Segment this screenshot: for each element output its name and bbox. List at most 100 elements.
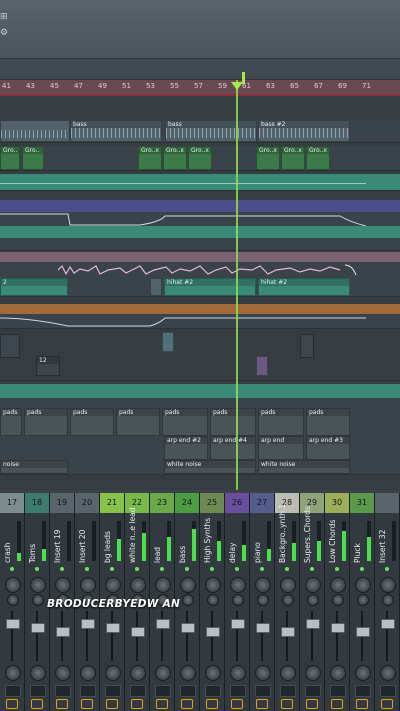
channel-enable-led[interactable]: [385, 567, 389, 571]
insert-slot[interactable]: [205, 685, 221, 697]
channel-name[interactable]: crash: [3, 519, 12, 563]
channel-enable-led[interactable]: [85, 567, 89, 571]
pattern-clip[interactable]: 2: [0, 278, 68, 296]
channel-name[interactable]: lead: [153, 519, 162, 563]
pattern-clip[interactable]: pads: [70, 408, 114, 436]
channel-enable-led[interactable]: [360, 567, 364, 571]
volume-fader-handle[interactable]: [256, 623, 270, 633]
pattern-clip-arp[interactable]: arp end #4: [210, 436, 256, 460]
insert-slot[interactable]: [55, 685, 71, 697]
channel-name[interactable]: Insert 19: [53, 519, 62, 563]
pattern-clip[interactable]: pads: [306, 408, 350, 436]
insert-slot[interactable]: [30, 685, 46, 697]
mixer-strip[interactable]: 30 Low Chords: [325, 493, 350, 711]
route-icon[interactable]: [356, 699, 368, 709]
route-knob[interactable]: [330, 665, 346, 681]
channel-enable-led[interactable]: [10, 567, 14, 571]
pan-knob[interactable]: [280, 577, 296, 593]
channel-name[interactable]: bass: [178, 519, 187, 563]
route-knob[interactable]: [255, 665, 271, 681]
pattern-clip[interactable]: [0, 334, 20, 358]
volume-fader-handle[interactable]: [56, 627, 70, 637]
insert-slot[interactable]: [305, 685, 321, 697]
playhead-marker[interactable]: [231, 82, 243, 90]
pattern-clip[interactable]: 12: [36, 356, 60, 376]
channel-enable-led[interactable]: [310, 567, 314, 571]
pattern-clip-white-noise[interactable]: white noise: [164, 460, 256, 474]
channel-enable-led[interactable]: [160, 567, 164, 571]
pattern-clip[interactable]: [256, 356, 268, 376]
route-icon[interactable]: [306, 699, 318, 709]
route-knob[interactable]: [80, 665, 96, 681]
channel-name[interactable]: Insert 20: [78, 519, 87, 563]
route-knob[interactable]: [180, 665, 196, 681]
mixer-strip[interactable]: Insert 32: [375, 493, 400, 711]
route-icon[interactable]: [106, 699, 118, 709]
pattern-clip[interactable]: [0, 120, 70, 142]
route-icon[interactable]: [181, 699, 193, 709]
insert-slot[interactable]: [105, 685, 121, 697]
channel-name[interactable]: piano: [253, 519, 262, 563]
pattern-clip-bass[interactable]: bass: [70, 120, 162, 142]
channel-name[interactable]: Toms: [28, 519, 37, 563]
route-knob[interactable]: [205, 665, 221, 681]
mixer-strip[interactable]: 31 Pluck: [350, 493, 375, 711]
audio-lane[interactable]: [0, 262, 400, 279]
route-icon[interactable]: [56, 699, 68, 709]
automation-lane[interactable]: [0, 384, 400, 399]
volume-fader-handle[interactable]: [131, 627, 145, 637]
pattern-clip-hihat[interactable]: hihat #2: [164, 278, 256, 296]
channel-enable-led[interactable]: [260, 567, 264, 571]
stereo-knob[interactable]: [257, 594, 269, 606]
pattern-clip[interactable]: Gro..x: [306, 146, 330, 170]
pattern-clip[interactable]: [162, 332, 174, 352]
pan-knob[interactable]: [205, 577, 221, 593]
volume-fader-handle[interactable]: [156, 619, 170, 629]
pattern-clip-bass[interactable]: bass: [165, 120, 257, 142]
channel-name[interactable]: bg leads: [103, 519, 112, 563]
volume-fader-handle[interactable]: [381, 619, 395, 629]
pattern-clip-white-noise[interactable]: white noise: [258, 460, 350, 474]
stereo-knob[interactable]: [332, 594, 344, 606]
route-knob[interactable]: [230, 665, 246, 681]
toolbar-toggle-icon[interactable]: ⊞: [0, 12, 8, 22]
stereo-knob[interactable]: [282, 594, 294, 606]
timeline-ruler[interactable]: 41 43 45 47 49 51 53 55 57 59 61 63 65 67 69 71: [0, 80, 400, 96]
route-knob[interactable]: [30, 665, 46, 681]
pattern-clip[interactable]: pads: [162, 408, 208, 436]
volume-fader-handle[interactable]: [231, 619, 245, 629]
channel-name[interactable]: Backgro..ynth 1: [278, 504, 287, 563]
pattern-clip[interactable]: Gro..x: [281, 146, 305, 170]
volume-fader-handle[interactable]: [281, 627, 295, 637]
pattern-clip[interactable]: noise: [0, 460, 68, 474]
pattern-clip[interactable]: [150, 278, 162, 296]
pattern-clip[interactable]: pads: [0, 408, 22, 436]
insert-slot[interactable]: [180, 685, 196, 697]
route-icon[interactable]: [231, 699, 243, 709]
pan-knob[interactable]: [105, 577, 121, 593]
pan-knob[interactable]: [380, 577, 396, 593]
pattern-clip[interactable]: pads: [24, 408, 68, 436]
volume-fader-handle[interactable]: [181, 623, 195, 633]
pan-knob[interactable]: [155, 577, 171, 593]
route-knob[interactable]: [380, 665, 396, 681]
channel-enable-led[interactable]: [285, 567, 289, 571]
channel-name[interactable]: High Synths: [203, 518, 212, 563]
pattern-clip[interactable]: Gro..x: [163, 146, 187, 170]
mixer-strip[interactable]: 28 Backgro..ynth 1: [275, 493, 300, 711]
toolbar-settings-icon[interactable]: ⚙: [0, 28, 8, 38]
stereo-knob[interactable]: [182, 594, 194, 606]
stereo-knob[interactable]: [32, 594, 44, 606]
channel-enable-led[interactable]: [35, 567, 39, 571]
pattern-clip-arp[interactable]: arp end: [258, 436, 304, 460]
insert-slot[interactable]: [380, 685, 396, 697]
pan-knob[interactable]: [180, 577, 196, 593]
volume-fader-handle[interactable]: [106, 623, 120, 633]
pan-knob[interactable]: [80, 577, 96, 593]
pattern-clip[interactable]: Gro..x: [138, 146, 162, 170]
route-icon[interactable]: [381, 699, 393, 709]
channel-name[interactable]: delay: [228, 519, 237, 564]
mixer-strip[interactable]: 26 delay: [225, 493, 250, 711]
channel-enable-led[interactable]: [335, 567, 339, 571]
channel-name[interactable]: Supers..Chords: [303, 506, 312, 563]
